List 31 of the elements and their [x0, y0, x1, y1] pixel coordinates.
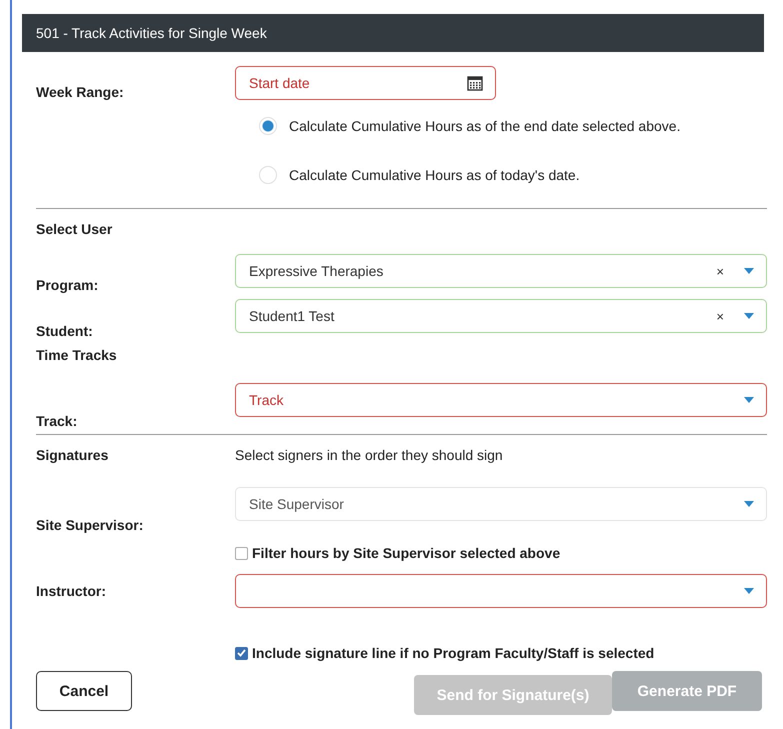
hint-text: Select signers in the order they should sign: [235, 447, 503, 463]
section-heading: Signatures: [36, 447, 108, 463]
checkbox-option[interactable]: Filter hours by Site Supervisor selected above: [235, 545, 560, 561]
select-field[interactable]: Site Supervisor: [235, 487, 767, 521]
calendar-icon: [467, 75, 483, 91]
section-heading: Select User: [36, 221, 112, 237]
checkbox-option[interactable]: Include signature line if no Program Faculty/Staff is selected: [235, 645, 654, 665]
field-label: Program:: [36, 277, 98, 293]
radio-option[interactable]: Calculate Cumulative Hours as of the end date selected above.: [259, 117, 680, 135]
select-field[interactable]: Track: [235, 383, 767, 417]
field-label: Track:: [36, 413, 78, 429]
field-label: Student:: [36, 323, 93, 339]
select-field[interactable]: Student1 Test ×: [235, 299, 767, 333]
field-label: Instructor:: [36, 583, 106, 599]
dialog-title: 501 - Track Activities for Single Week: [22, 14, 764, 52]
field-label: Site Supervisor:: [36, 517, 144, 533]
date-field[interactable]: Start date: [235, 66, 496, 100]
check-icon: [237, 649, 246, 657]
caret-icon: [744, 588, 754, 594]
clear-icon[interactable]: ×: [716, 308, 724, 324]
caret-icon: [744, 313, 754, 319]
select-field[interactable]: Expressive Therapies ×: [235, 254, 767, 288]
select-field[interactable]: [235, 574, 767, 608]
field-label: Week Range:: [36, 84, 124, 100]
radio-option[interactable]: Calculate Cumulative Hours as of today's date.: [259, 166, 580, 184]
clear-icon[interactable]: ×: [716, 264, 724, 278]
section-heading: Time Tracks: [36, 347, 117, 363]
caret-icon: [744, 501, 754, 507]
caret-icon: [744, 268, 754, 274]
cancel-button[interactable]: Cancel: [36, 671, 132, 711]
caret-icon: [744, 397, 754, 403]
